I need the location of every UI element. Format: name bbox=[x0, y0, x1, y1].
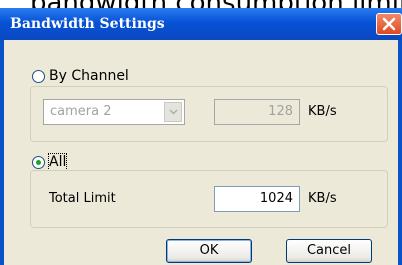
all-radio[interactable] bbox=[32, 155, 45, 169]
dialog-body: By Channel camera 2 128 KB/s All Total L… bbox=[4, 40, 398, 265]
all-label: All bbox=[47, 153, 68, 171]
bandwidth-settings-dialog: Bandwidth Settings By Channel camera 2 1… bbox=[0, 8, 402, 265]
ok-button[interactable]: OK bbox=[166, 239, 252, 263]
close-icon bbox=[382, 17, 396, 31]
by-channel-radio[interactable] bbox=[32, 69, 45, 83]
chevron-down-icon bbox=[164, 102, 182, 122]
dialog-title: Bandwidth Settings bbox=[10, 16, 165, 32]
all-option[interactable]: All bbox=[32, 153, 68, 171]
by-channel-label: By Channel bbox=[49, 68, 129, 84]
by-channel-option[interactable]: By Channel bbox=[32, 68, 129, 84]
cancel-button[interactable]: Cancel bbox=[286, 239, 372, 263]
channel-select: camera 2 bbox=[43, 99, 185, 125]
channel-limit-field: 128 bbox=[214, 99, 300, 125]
total-limit-field[interactable]: 1024 bbox=[214, 186, 300, 212]
total-limit-label: Total Limit bbox=[49, 191, 116, 206]
channel-select-value: camera 2 bbox=[50, 104, 112, 119]
channel-limit-unit: KB/s bbox=[308, 104, 337, 119]
title-bar[interactable]: Bandwidth Settings bbox=[0, 8, 402, 40]
close-button[interactable] bbox=[376, 13, 402, 35]
by-channel-group: camera 2 128 KB/s bbox=[30, 86, 388, 142]
all-group: Total Limit 1024 KB/s bbox=[30, 170, 388, 228]
total-limit-unit: KB/s bbox=[308, 191, 337, 206]
